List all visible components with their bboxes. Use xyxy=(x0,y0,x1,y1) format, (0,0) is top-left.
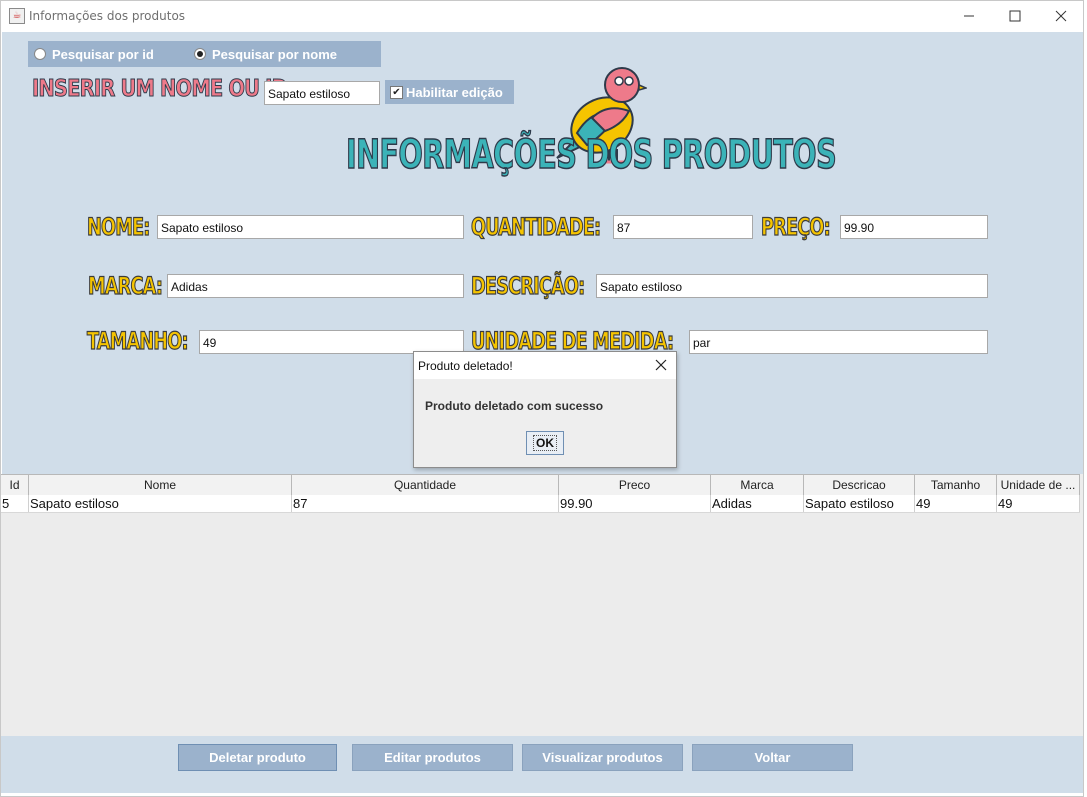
window-title: Informações dos produtos xyxy=(29,9,186,23)
marca-field[interactable]: Adidas xyxy=(167,274,464,298)
radio-search-by-name-label: Pesquisar por nome xyxy=(212,47,337,62)
unidade-medida-field[interactable]: par xyxy=(689,330,988,354)
column-header-quantidade[interactable]: Quantidade xyxy=(292,475,559,495)
column-header-descricao[interactable]: Descricao xyxy=(804,475,915,495)
cell-unidade: 49 xyxy=(997,495,1080,512)
tamanho-label: TAMANHO: xyxy=(87,326,190,355)
cell-marca: Adidas xyxy=(711,495,804,512)
column-header-unidade[interactable]: Unidade de ... xyxy=(997,475,1080,495)
dialog-ok-label: OK xyxy=(533,435,557,451)
cell-id: 5 xyxy=(1,495,29,512)
table-header: Id Nome Quantidade Preco Marca Descricao… xyxy=(1,474,1080,496)
marca-label: MARCA: xyxy=(88,271,164,300)
nome-field[interactable]: Sapato estiloso xyxy=(157,215,464,239)
dialog-title: Produto deletado! xyxy=(418,359,513,373)
column-header-tamanho[interactable]: Tamanho xyxy=(915,475,997,495)
radio-search-by-id-label: Pesquisar por id xyxy=(52,47,154,62)
product-deleted-dialog: Produto deletado! Produto deletado com s… xyxy=(413,351,677,468)
enable-edit-checkbox[interactable]: ✔ Habilitar edição xyxy=(385,80,514,104)
insert-name-or-id-label: INSERIR UM NOME OU ID: xyxy=(32,76,296,103)
radio-search-by-name[interactable]: Pesquisar por nome xyxy=(194,47,337,62)
radio-checked-icon xyxy=(194,48,206,60)
main-window: ☕ Informações dos produtos Pesquisar por… xyxy=(0,0,1084,797)
dialog-ok-button[interactable]: OK xyxy=(526,431,564,455)
dialog-message: Produto deletado com sucesso xyxy=(425,399,604,413)
descricao-label: DESCRIÇÃO: xyxy=(471,271,586,300)
cell-preco: 99.90 xyxy=(559,495,711,512)
title-bar: ☕ Informações dos produtos xyxy=(1,1,1083,32)
maximize-icon xyxy=(1009,10,1021,22)
java-cup-icon: ☕ xyxy=(9,8,25,24)
maximize-button[interactable] xyxy=(992,1,1038,32)
preco-label: PREÇO: xyxy=(761,212,832,241)
minimize-button[interactable] xyxy=(946,1,992,32)
column-header-preco[interactable]: Preco xyxy=(559,475,711,495)
enable-edit-label: Habilitar edição xyxy=(406,85,503,100)
cell-nome: Sapato estiloso xyxy=(29,495,292,512)
dialog-title-bar: Produto deletado! xyxy=(414,352,676,379)
search-input[interactable]: Sapato estiloso xyxy=(264,81,380,105)
column-header-id[interactable]: Id xyxy=(1,475,29,495)
nome-label: NOME: xyxy=(87,212,151,241)
cell-tamanho: 49 xyxy=(915,495,997,512)
preco-field[interactable]: 99.90 xyxy=(840,215,988,239)
page-title: INFORMAÇÕES DOS PRODUTOS xyxy=(345,131,837,179)
edit-products-button[interactable]: Editar produtos xyxy=(352,744,513,771)
products-table: Id Nome Quantidade Preco Marca Descricao… xyxy=(1,474,1083,736)
cell-descricao: Sapato estiloso xyxy=(804,495,915,512)
cell-quantidade: 87 xyxy=(292,495,559,512)
back-button[interactable]: Voltar xyxy=(692,744,853,771)
close-button[interactable] xyxy=(1038,1,1084,32)
column-header-nome[interactable]: Nome xyxy=(29,475,292,495)
quantidade-label: QUANTIDADE: xyxy=(471,212,602,241)
radio-unchecked-icon xyxy=(34,48,46,60)
action-bar: Deletar produto Editar produtos Visualiz… xyxy=(1,736,1083,793)
table-row[interactable]: 5 Sapato estiloso 87 99.90 Adidas Sapato… xyxy=(1,495,1080,513)
view-products-button[interactable]: Visualizar produtos xyxy=(522,744,683,771)
column-header-marca[interactable]: Marca xyxy=(711,475,804,495)
close-icon xyxy=(1055,10,1067,22)
quantidade-field[interactable]: 87 xyxy=(613,215,753,239)
minimize-icon xyxy=(964,15,974,17)
delete-product-button[interactable]: Deletar produto xyxy=(178,744,337,771)
search-mode-group: Pesquisar por id Pesquisar por nome xyxy=(28,41,381,67)
radio-search-by-id[interactable]: Pesquisar por id xyxy=(34,47,154,62)
descricao-field[interactable]: Sapato estiloso xyxy=(596,274,988,298)
dialog-close-icon[interactable] xyxy=(654,358,668,372)
checkmark-icon: ✔ xyxy=(390,86,403,99)
